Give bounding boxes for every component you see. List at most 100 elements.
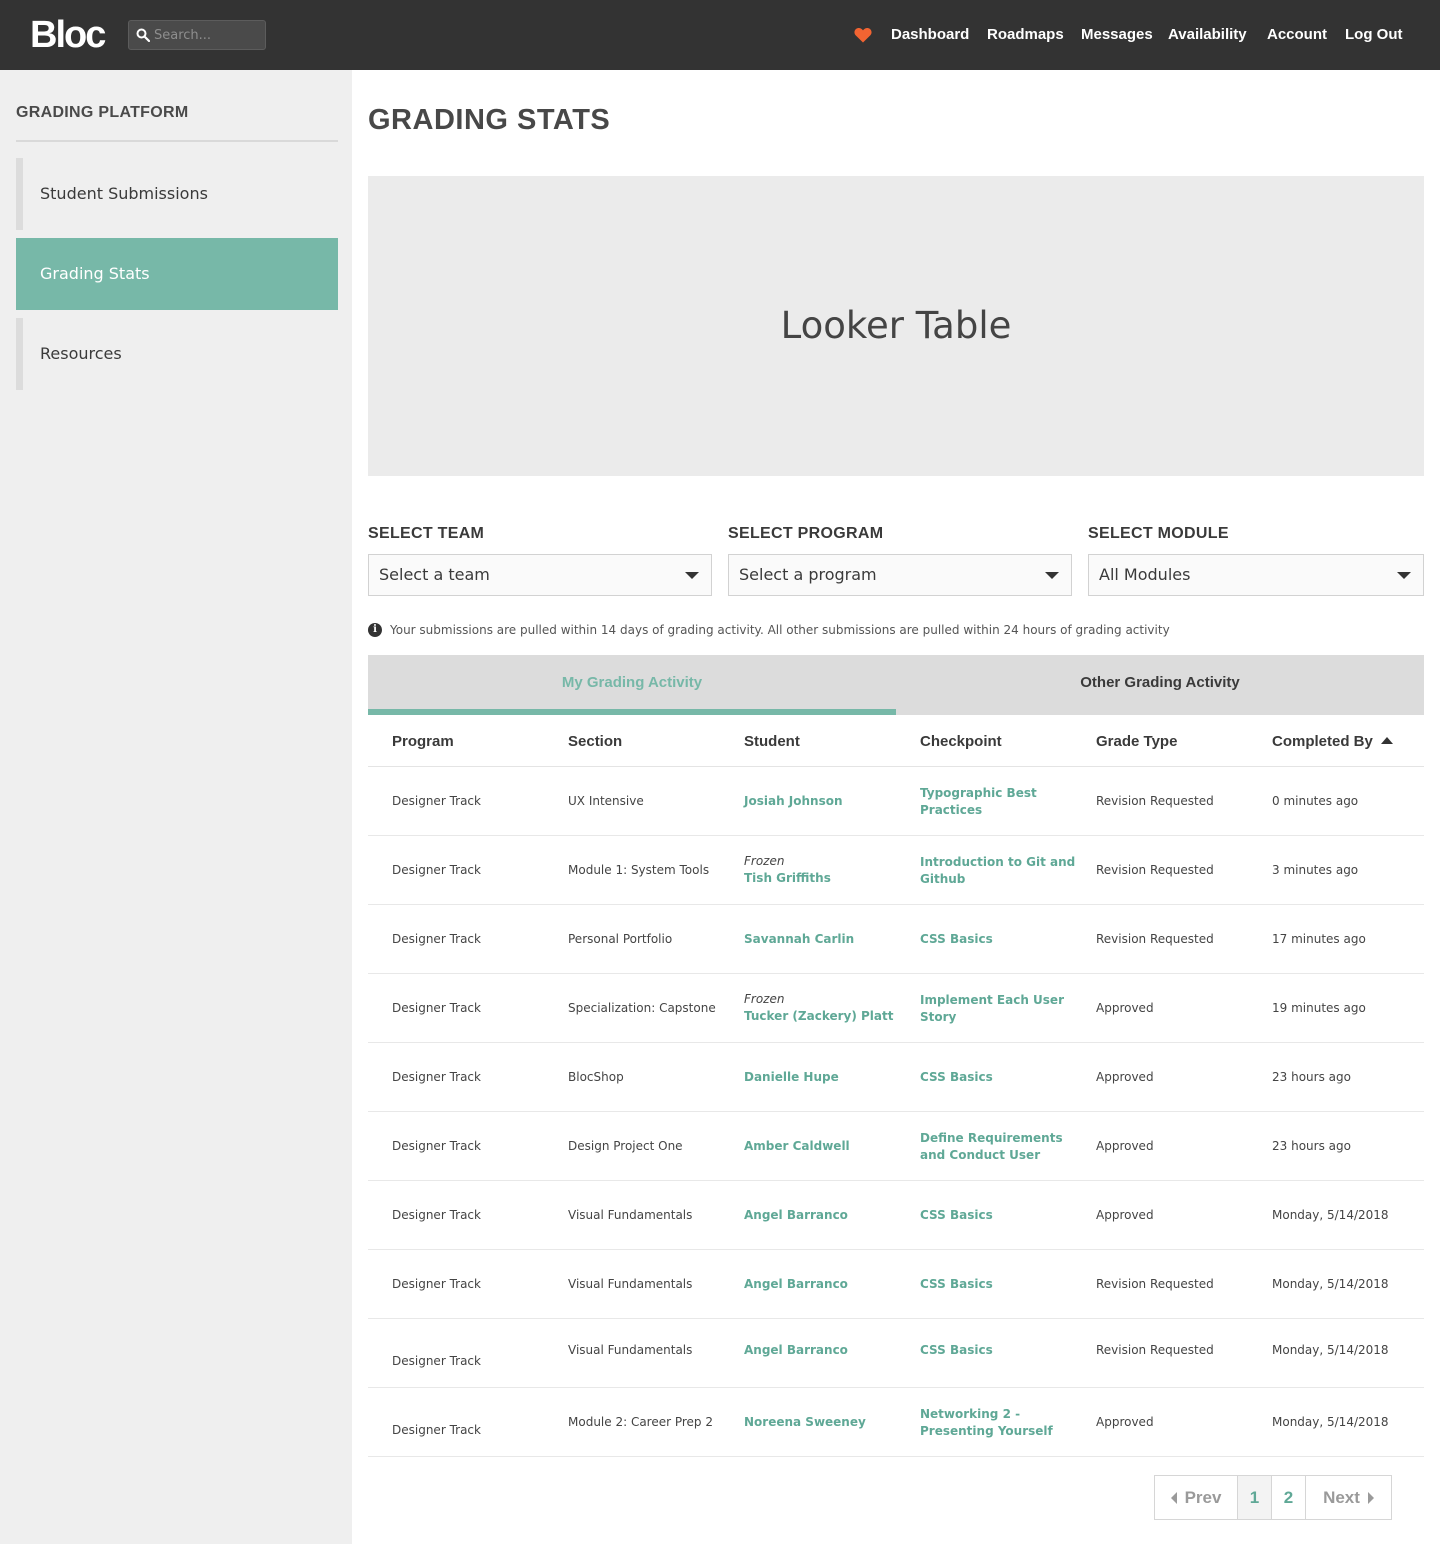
- heart-icon[interactable]: [854, 27, 872, 43]
- caret-down-icon: [685, 572, 699, 579]
- search-box[interactable]: [128, 20, 266, 50]
- cell-student[interactable]: Angel Barranco: [744, 1342, 848, 1359]
- looker-table-placeholder: Looker Table: [368, 176, 1424, 476]
- checkpoint-link[interactable]: Networking 2 -: [920, 1406, 1053, 1423]
- cell-program: Designer Track: [392, 863, 481, 877]
- column-header-grade-type[interactable]: Grade Type: [1096, 733, 1177, 750]
- cell-checkpoint[interactable]: CSS Basics: [920, 931, 993, 948]
- checkpoint-link[interactable]: Typographic Best: [920, 785, 1037, 802]
- cell-program: Designer Track: [392, 1001, 481, 1015]
- cell-student[interactable]: Frozen Tish Griffiths: [744, 853, 831, 887]
- student-name-link[interactable]: Amber Caldwell: [744, 1139, 850, 1153]
- column-header-program[interactable]: Program: [392, 733, 454, 750]
- tab-my-grading-activity[interactable]: My Grading Activity: [368, 655, 896, 715]
- cell-student[interactable]: Noreena Sweeney: [744, 1414, 866, 1431]
- frozen-label: Frozen: [744, 992, 785, 1006]
- checkpoint-link-line-2[interactable]: Github: [920, 871, 1075, 888]
- cell-completed-by: Monday, 5/14/2018: [1272, 1277, 1389, 1291]
- column-header-completed-by[interactable]: Completed By: [1272, 733, 1393, 750]
- select-program-dropdown[interactable]: Select a program: [728, 554, 1072, 596]
- pagination: Prev 1 2 Next: [1154, 1475, 1392, 1520]
- checkpoint-link[interactable]: Introduction to Git and: [920, 854, 1075, 871]
- select-team-dropdown[interactable]: Select a team: [368, 554, 712, 596]
- sort-up-icon[interactable]: [1380, 737, 1393, 744]
- cell-checkpoint[interactable]: Networking 2 - Presenting Yourself: [920, 1406, 1053, 1440]
- sidebar-item-label: Student Submissions: [40, 184, 208, 203]
- pagination-prev-label: Prev: [1184, 1488, 1222, 1507]
- checkpoint-link-line-2[interactable]: Practices: [920, 802, 1037, 819]
- cell-grade-type: Approved: [1096, 1139, 1154, 1153]
- checkpoint-link[interactable]: Define Requirements: [920, 1130, 1063, 1147]
- nav-messages[interactable]: Messages: [1081, 25, 1153, 45]
- pagination-next[interactable]: Next: [1306, 1476, 1391, 1519]
- student-name-link[interactable]: Danielle Hupe: [744, 1070, 839, 1084]
- pagination-prev[interactable]: Prev: [1155, 1476, 1238, 1519]
- checkpoint-link[interactable]: CSS Basics: [920, 931, 993, 948]
- student-name-link[interactable]: Savannah Carlin: [744, 932, 854, 946]
- table-row: Designer Track Visual Fundamentals Angel B…: [368, 1250, 1424, 1319]
- table-row: Designer Track Module 2: Career Prep 2 Nor…: [368, 1388, 1424, 1457]
- checkpoint-link[interactable]: CSS Basics: [920, 1342, 993, 1359]
- cell-student[interactable]: Savannah Carlin: [744, 931, 854, 948]
- select-program-value: Select a program: [739, 565, 877, 584]
- cell-checkpoint[interactable]: CSS Basics: [920, 1276, 993, 1293]
- search-input[interactable]: [154, 25, 262, 45]
- cell-completed-by: 3 minutes ago: [1272, 863, 1359, 877]
- nav-availability[interactable]: Availability: [1168, 25, 1247, 45]
- cell-grade-type: Revision Requested: [1096, 932, 1214, 946]
- looker-placeholder-text: Looker Table: [780, 304, 1012, 347]
- nav-dashboard[interactable]: Dashboard: [891, 25, 969, 45]
- checkpoint-link[interactable]: Implement Each User: [920, 992, 1064, 1009]
- nav-log-out[interactable]: Log Out: [1345, 25, 1402, 45]
- checkpoint-link-line-2[interactable]: Presenting Yourself: [920, 1423, 1053, 1440]
- cell-checkpoint[interactable]: Introduction to Git and Github: [920, 854, 1075, 888]
- checkpoint-link[interactable]: CSS Basics: [920, 1069, 993, 1086]
- bloc-logo[interactable]: Bloc: [30, 14, 106, 56]
- cell-student[interactable]: Angel Barranco: [744, 1207, 848, 1224]
- column-header-section[interactable]: Section: [568, 733, 622, 750]
- student-name-link[interactable]: Noreena Sweeney: [744, 1415, 866, 1429]
- cell-student[interactable]: Amber Caldwell: [744, 1138, 850, 1155]
- checkpoint-link[interactable]: CSS Basics: [920, 1276, 993, 1293]
- checkpoint-link[interactable]: CSS Basics: [920, 1207, 993, 1224]
- select-module-label: SELECT MODULE: [1088, 525, 1229, 542]
- pagination-next-label: Next: [1323, 1488, 1360, 1507]
- pagination-page-1[interactable]: 1: [1238, 1476, 1272, 1519]
- select-team-label: SELECT TEAM: [368, 525, 485, 542]
- student-name-link[interactable]: Tucker (Zackery) Platt: [744, 1009, 894, 1023]
- checkpoint-link-line-2[interactable]: and Conduct User: [920, 1147, 1063, 1164]
- nav-account[interactable]: Account: [1267, 25, 1327, 45]
- student-name-link[interactable]: Angel Barranco: [744, 1277, 848, 1291]
- search-icon: [136, 28, 150, 42]
- cell-program: Designer Track: [392, 1423, 481, 1437]
- tab-other-grading-activity[interactable]: Other Grading Activity: [896, 655, 1424, 715]
- cell-checkpoint[interactable]: Define Requirements and Conduct User: [920, 1130, 1063, 1164]
- cell-checkpoint[interactable]: CSS Basics: [920, 1342, 993, 1359]
- table-row: Designer Track UX Intensive Josiah Johnson…: [368, 767, 1424, 836]
- cell-student[interactable]: Frozen Tucker (Zackery) Platt: [744, 991, 894, 1025]
- pagination-page-2[interactable]: 2: [1272, 1476, 1306, 1519]
- student-name-link[interactable]: Tish Griffiths: [744, 871, 831, 885]
- sidebar-item-grading-stats[interactable]: Grading Stats: [16, 238, 338, 310]
- cell-checkpoint[interactable]: Implement Each User Story: [920, 992, 1064, 1026]
- student-name-link[interactable]: Josiah Johnson: [744, 794, 843, 808]
- student-name-link[interactable]: Angel Barranco: [744, 1343, 848, 1357]
- cell-student[interactable]: Angel Barranco: [744, 1276, 848, 1293]
- cell-student[interactable]: Josiah Johnson: [744, 793, 843, 810]
- cell-checkpoint[interactable]: CSS Basics: [920, 1207, 993, 1224]
- column-header-student[interactable]: Student: [744, 733, 800, 750]
- sidebar-item-resources[interactable]: Resources: [16, 318, 338, 390]
- cell-checkpoint[interactable]: Typographic Best Practices: [920, 785, 1037, 819]
- caret-down-icon: [1045, 572, 1059, 579]
- select-module-value: All Modules: [1099, 565, 1191, 584]
- sidebar-item-label: Grading Stats: [40, 264, 150, 283]
- student-name-link[interactable]: Angel Barranco: [744, 1208, 848, 1222]
- sidebar-item-student-submissions[interactable]: Student Submissions: [16, 158, 338, 230]
- top-navigation-bar: Bloc Dashboard Roadmaps Messages Availab…: [0, 0, 1440, 70]
- cell-checkpoint[interactable]: CSS Basics: [920, 1069, 993, 1086]
- checkpoint-link-line-2[interactable]: Story: [920, 1009, 1064, 1026]
- cell-student[interactable]: Danielle Hupe: [744, 1069, 839, 1086]
- select-module-dropdown[interactable]: All Modules: [1088, 554, 1424, 596]
- nav-roadmaps[interactable]: Roadmaps: [987, 25, 1064, 45]
- column-header-checkpoint[interactable]: Checkpoint: [920, 733, 1002, 750]
